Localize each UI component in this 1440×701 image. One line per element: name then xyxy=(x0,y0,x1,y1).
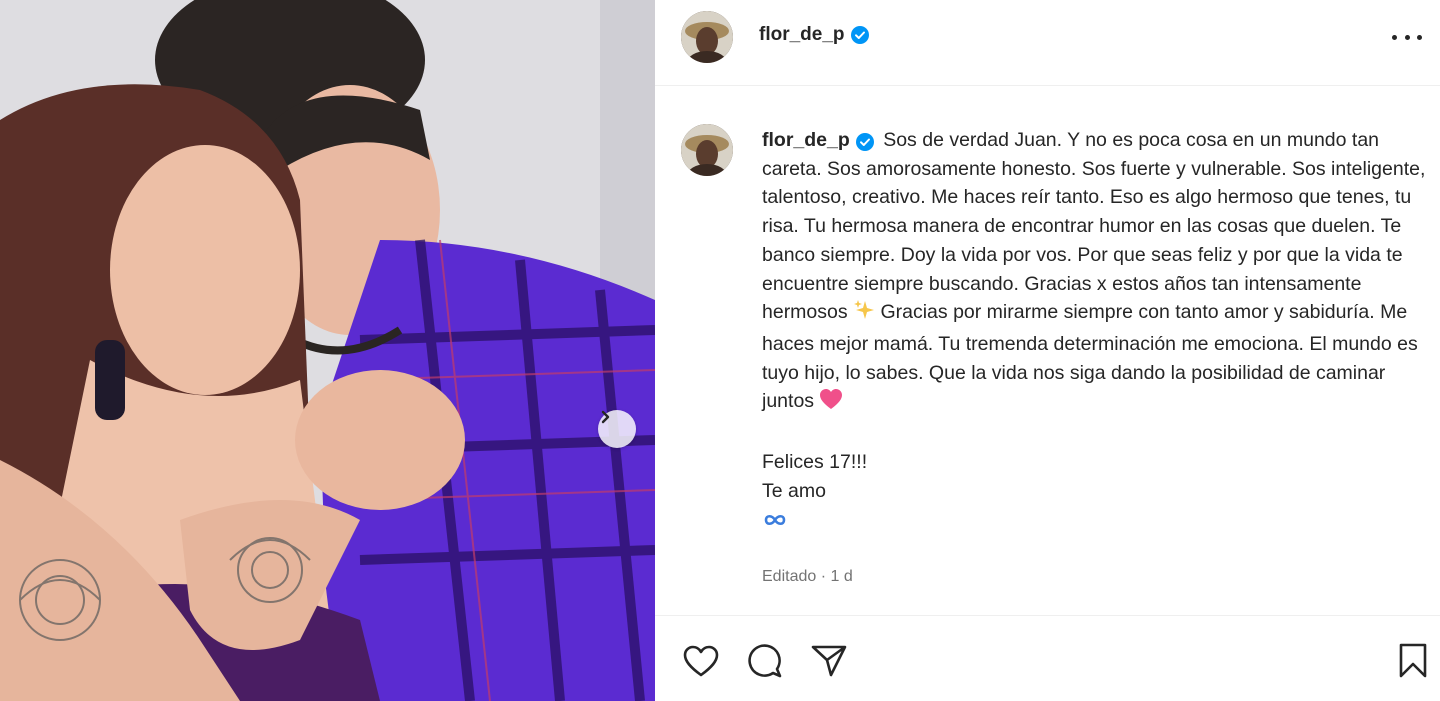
verified-badge-icon xyxy=(855,133,874,152)
username-text[interactable]: flor_de_p xyxy=(759,24,845,46)
post-header: flor_de_p xyxy=(655,0,1440,86)
caption-line-felices: Felices 17!!! xyxy=(762,451,868,474)
infinity-icon xyxy=(762,508,788,537)
verified-badge-icon xyxy=(850,26,869,44)
caption-gap xyxy=(762,419,1434,448)
post-media[interactable] xyxy=(0,0,655,701)
post-photo xyxy=(0,0,655,701)
pink-heart-icon xyxy=(819,388,843,419)
post-username[interactable]: flor_de_p xyxy=(759,24,869,46)
like-button[interactable] xyxy=(681,641,721,681)
avatar-image xyxy=(681,11,733,63)
save-button[interactable] xyxy=(1393,641,1433,681)
username-text[interactable]: flor_de_p xyxy=(762,126,850,155)
more-dot xyxy=(1404,34,1410,40)
send-icon xyxy=(811,645,847,677)
avatar[interactable] xyxy=(681,11,733,63)
heart-outline-icon xyxy=(683,645,719,677)
caption-text: Sos de verdad Juan. Y no es poca cosa en… xyxy=(762,129,1426,324)
comment-icon xyxy=(748,644,782,678)
caption-line-teamo: Te amo xyxy=(762,479,826,502)
caption-avatar[interactable] xyxy=(681,124,733,176)
share-button[interactable] xyxy=(809,641,849,681)
sparkles-icon xyxy=(853,299,875,330)
chevron-right-icon xyxy=(601,410,610,424)
caption-line-infinity xyxy=(762,505,1434,537)
caption-username[interactable]: flor_de_p xyxy=(762,126,874,155)
post-panel: flor_de_p flor_de_p Sos de verdad Juan. … xyxy=(655,0,1440,701)
comment-button[interactable] xyxy=(745,641,785,681)
avatar-image xyxy=(681,124,733,176)
caption-section: flor_de_p Sos de verdad Juan. Y no es po… xyxy=(655,86,1440,616)
next-media-button[interactable] xyxy=(598,410,636,448)
post-caption: flor_de_p Sos de verdad Juan. Y no es po… xyxy=(762,126,1434,537)
more-dot xyxy=(1392,34,1397,40)
caption-paragraph: flor_de_p Sos de verdad Juan. Y no es po… xyxy=(762,126,1434,419)
bookmark-icon xyxy=(1399,643,1427,678)
more-dot xyxy=(1417,34,1422,40)
post-actions xyxy=(655,617,1440,701)
post-meta[interactable]: Editado · 1 d xyxy=(762,568,853,586)
more-options-button[interactable] xyxy=(1392,30,1422,44)
